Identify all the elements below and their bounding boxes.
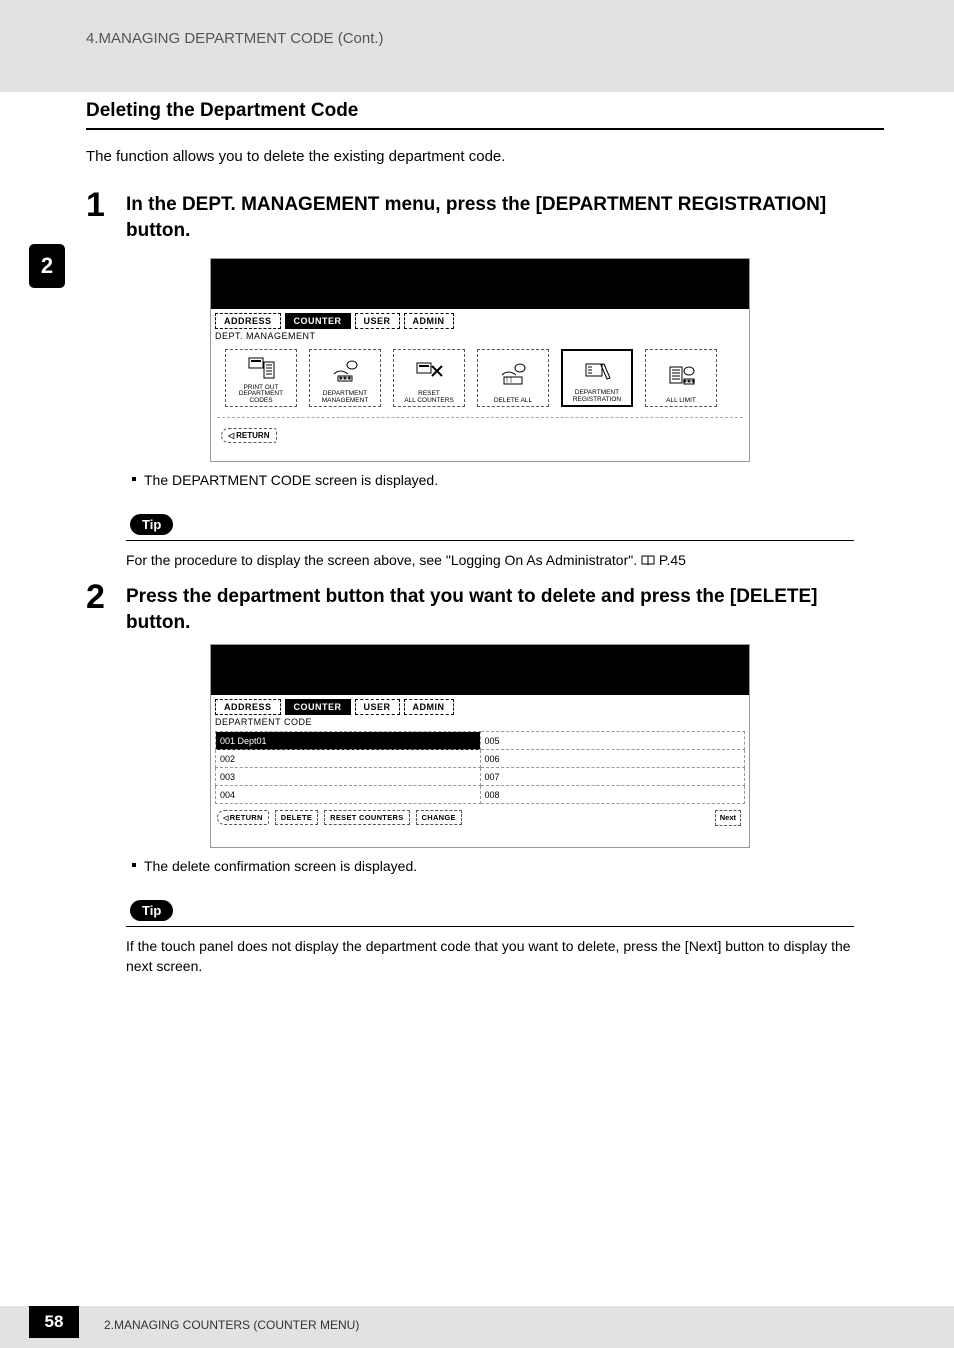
screenshot-department-code: ADDRESS COUNTER USER ADMIN DEPARTMENT CO… <box>210 644 750 848</box>
icon-row: PRINT OUT DEPARTMENT CODES ✱✱✱ DEPARTMEN… <box>211 345 749 415</box>
step1-bullet: The DEPARTMENT CODE screen is displayed. <box>132 472 438 488</box>
dept-cell[interactable]: 005 <box>480 732 745 750</box>
table-row: 001 Dept01 005 <box>216 732 745 750</box>
button-all-limit[interactable]: ✱✱✱ ALL LIMIT <box>645 349 717 407</box>
registration-icon <box>565 353 629 390</box>
tab-address[interactable]: ADDRESS <box>215 313 281 329</box>
icon-label-1: ALL LIMIT <box>666 398 696 405</box>
bullet-text: The delete confirmation screen is displa… <box>144 858 417 874</box>
screen-label: DEPARTMENT CODE <box>211 715 749 731</box>
section-intro: The function allows you to delete the ex… <box>86 148 505 165</box>
tab-row: ADDRESS COUNTER USER ADMIN <box>211 695 749 715</box>
dept-code-table: 001 Dept01 005 002 006 003 007 004 008 <box>215 731 745 804</box>
breadcrumb: 4.MANAGING DEPARTMENT CODE (Cont.) <box>86 30 384 47</box>
delete-button[interactable]: DELETE <box>275 810 318 825</box>
tip-badge: Tip <box>130 900 173 921</box>
tab-counter[interactable]: COUNTER <box>285 699 351 715</box>
step-title: In the DEPT. MANAGEMENT menu, press the … <box>126 192 884 243</box>
dept-cell[interactable]: 008 <box>480 786 745 804</box>
tip-rule <box>126 926 854 927</box>
dept-cell[interactable]: 006 <box>480 750 745 768</box>
return-button[interactable]: RETURN <box>221 428 277 443</box>
table-row: 003 007 <box>216 768 745 786</box>
tip-rule <box>126 540 854 541</box>
tab-admin[interactable]: ADMIN <box>404 699 454 715</box>
tab-row: ADDRESS COUNTER USER ADMIN <box>211 309 749 329</box>
reset-icon <box>396 352 462 391</box>
tab-user[interactable]: USER <box>355 313 400 329</box>
table-row: 004 008 <box>216 786 745 804</box>
button-department-registration[interactable]: DEPARTMENT REGISTRATION <box>561 349 633 407</box>
icon-label-2: MANAGEMENT <box>322 398 369 405</box>
management-icon: ✱✱✱ <box>312 352 378 391</box>
icon-label-2: ALL COUNTERS <box>404 398 454 405</box>
icon-label-1: DELETE ALL <box>494 398 532 405</box>
delete-all-icon <box>480 352 546 398</box>
dept-cell[interactable]: 002 <box>216 750 481 768</box>
bullet-text: The DEPARTMENT CODE screen is displayed. <box>144 472 438 488</box>
table-row: 002 006 <box>216 750 745 768</box>
page-number: 58 <box>29 1306 79 1338</box>
next-button[interactable]: Next <box>715 810 741 826</box>
reset-counters-button[interactable]: RESET COUNTERS <box>324 810 409 825</box>
tip-text-2: If the touch panel does not display the … <box>126 936 854 977</box>
dept-cell[interactable]: 007 <box>480 768 745 786</box>
button-reset-all-counters[interactable]: RESET ALL COUNTERS <box>393 349 465 407</box>
step-number: 2 <box>86 578 105 617</box>
dept-cell-selected[interactable]: 001 Dept01 <box>216 732 481 750</box>
footer-text: 2.MANAGING COUNTERS (COUNTER MENU) <box>104 1318 359 1332</box>
tip-page-ref: P.45 <box>659 552 686 568</box>
book-icon <box>641 551 655 571</box>
limit-icon: ✱✱✱ <box>648 352 714 398</box>
step-title: Press the department button that you wan… <box>126 584 884 635</box>
section-header: Deleting the Department Code <box>86 100 884 130</box>
return-button[interactable]: RETURN <box>217 810 269 825</box>
change-button[interactable]: CHANGE <box>416 810 462 825</box>
button-department-management[interactable]: ✱✱✱ DEPARTMENT MANAGEMENT <box>309 349 381 407</box>
icon-label-2: DEPARTMENT CODES <box>228 391 294 404</box>
tab-counter[interactable]: COUNTER <box>285 313 351 329</box>
step-1: 1 In the DEPT. MANAGEMENT menu, press th… <box>86 192 884 243</box>
dept-cell[interactable]: 003 <box>216 768 481 786</box>
dept-cell[interactable]: 004 <box>216 786 481 804</box>
svg-text:✱✱✱: ✱✱✱ <box>339 376 352 382</box>
button-row: RETURN DELETE RESET COUNTERS CHANGE Next <box>211 804 749 831</box>
tab-user[interactable]: USER <box>355 699 400 715</box>
section-title: Deleting the Department Code <box>86 100 884 130</box>
screenshot-dept-management: ADDRESS COUNTER USER ADMIN DEPT. MANAGEM… <box>210 258 750 462</box>
tip-text-prefix: For the procedure to display the screen … <box>126 552 641 568</box>
step2-bullet: The delete confirmation screen is displa… <box>132 858 417 874</box>
screenshot-top-black <box>211 645 749 695</box>
svg-text:✱✱✱: ✱✱✱ <box>683 379 696 385</box>
button-print-out-dept-codes[interactable]: PRINT OUT DEPARTMENT CODES <box>225 349 297 407</box>
step-2: 2 Press the department button that you w… <box>86 584 884 635</box>
chapter-tab: 2 <box>29 244 65 288</box>
step-number: 1 <box>86 186 105 225</box>
tab-admin[interactable]: ADMIN <box>404 313 454 329</box>
screenshot-top-black <box>211 259 749 309</box>
button-delete-all[interactable]: DELETE ALL <box>477 349 549 407</box>
screen-label: DEPT. MANAGEMENT <box>211 329 749 345</box>
tip-text-1: For the procedure to display the screen … <box>126 550 854 571</box>
tip-badge: Tip <box>130 514 173 535</box>
printer-icon <box>228 352 294 385</box>
tab-address[interactable]: ADDRESS <box>215 699 281 715</box>
icon-label-2: REGISTRATION <box>573 397 621 404</box>
